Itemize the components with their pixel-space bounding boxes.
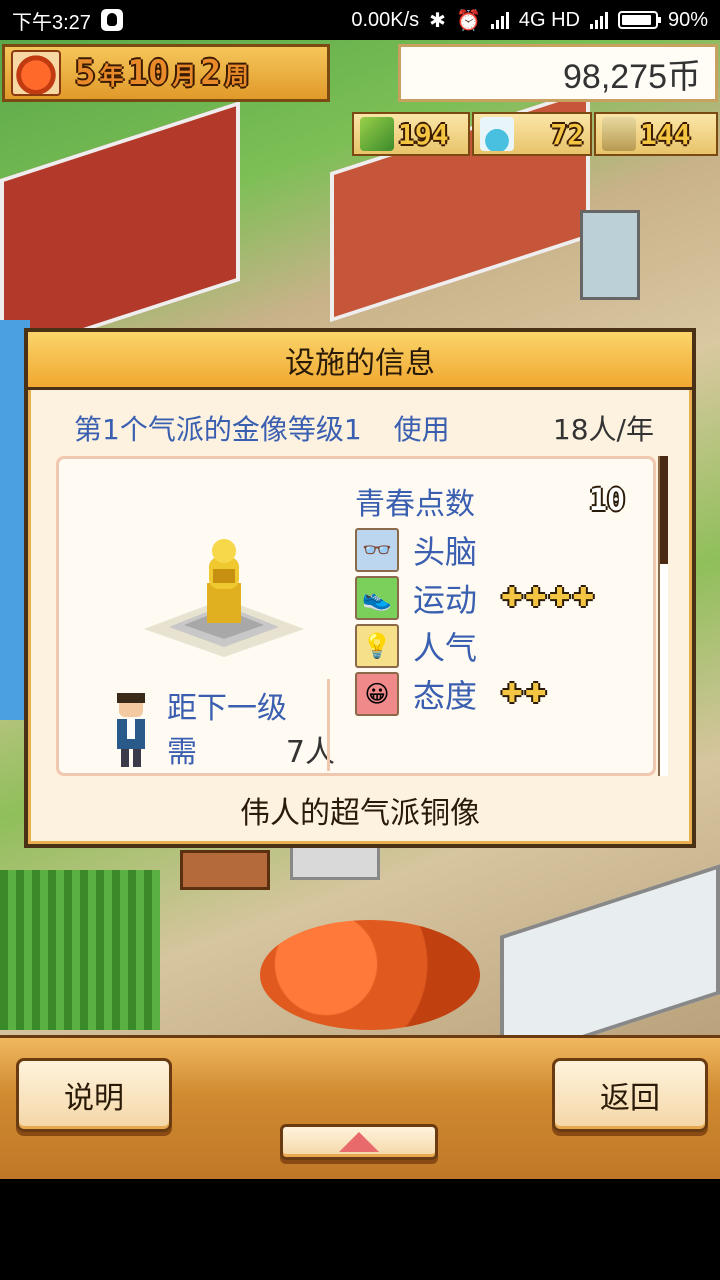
stat-research-value: 72	[550, 117, 584, 151]
week-number: 2	[200, 53, 221, 93]
golden-statue-icon	[144, 539, 304, 657]
status-bar: 下午3:27 0.00K/s ✱ ⏰ 4G HD 90%	[0, 0, 720, 40]
classroom-building	[0, 101, 240, 359]
month-unit: 月	[172, 62, 197, 90]
attribute-name: 运动	[413, 581, 478, 619]
stat-popularity-value: 144	[640, 117, 691, 151]
bluetooth-icon: ✱	[429, 9, 446, 32]
back-button[interactable]: 返回	[552, 1058, 708, 1132]
facility-info-dialog: 设施的信息 第1个气派的金像等级1 使用 18人/年 距下一级 需 7人 青春点…	[24, 328, 696, 848]
pyramid-icon	[602, 117, 636, 151]
shop-building	[500, 864, 720, 1035]
screen-bottom	[0, 1179, 720, 1280]
divider	[327, 679, 330, 771]
money-display: 98,275币	[398, 44, 718, 102]
attribute-name: 头脑	[413, 533, 478, 571]
facility-name: 第1个气派的金像等级1	[74, 413, 362, 446]
smiley-icon: 😀	[355, 672, 399, 716]
facility-description: 伟人的超气派铜像	[240, 796, 480, 831]
dialog-title: 设施的信息	[28, 332, 692, 390]
qq-icon	[100, 9, 123, 31]
glasses-icon: 👓	[355, 528, 399, 572]
attribute-stars: ✚✚✚✚	[501, 583, 597, 613]
scrollbar-thumb[interactable]	[660, 456, 668, 564]
water-tower	[580, 210, 640, 300]
battery-percent: 90%	[667, 8, 708, 31]
attribute-stars: ✚✚	[501, 679, 549, 709]
attribute-name: 人气	[413, 629, 478, 667]
stat-research: 72	[472, 112, 592, 156]
bench	[180, 850, 270, 890]
pencil-icon	[360, 117, 394, 151]
lightbulb-icon: 💡	[355, 624, 399, 668]
week-unit: 周	[224, 62, 249, 90]
alarm-icon: ⏰	[455, 9, 481, 32]
expand-menu-button[interactable]	[280, 1124, 438, 1160]
money-value: 98,275币	[563, 57, 701, 96]
battery-icon	[617, 11, 661, 29]
attribute-attitude: 😀 态度 ✚✚	[355, 671, 549, 717]
bottom-toolbar: 说明 返回	[0, 1035, 720, 1179]
student-icon	[117, 693, 145, 767]
youth-points-value: 10	[589, 483, 626, 518]
next-level-info: 距下一级 需 7人	[109, 687, 335, 775]
next-level-label: 距下一级	[167, 691, 287, 726]
network-type: 4G HD	[518, 8, 580, 31]
resource-stats: 194 72 144	[352, 112, 718, 156]
year-unit: 年	[99, 62, 124, 90]
youth-points-label: 青春点数	[355, 487, 475, 522]
attribute-intelligence: 👓 头脑	[355, 527, 501, 573]
attribute-name: 态度	[413, 677, 478, 715]
status-time: 下午3:27	[12, 11, 91, 34]
signal-icon	[490, 11, 509, 29]
month-number: 10	[127, 53, 169, 93]
need-label: 需	[167, 735, 197, 770]
network-speed: 0.00K/s	[351, 8, 420, 31]
facility-detail-panel[interactable]: 距下一级 需 7人 青春点数 10 👓 头脑 👟 运动 ✚✚✚✚ 💡 人气 😀 …	[56, 456, 656, 776]
flask-icon	[480, 117, 514, 151]
attribute-popularity: 💡 人气	[355, 623, 501, 669]
autumn-trees	[260, 920, 480, 1030]
use-rate: 18人/年	[552, 413, 654, 446]
panel-scrollbar[interactable]	[658, 456, 668, 776]
up-arrow-icon	[339, 1132, 379, 1152]
stat-materials-value: 194	[398, 117, 449, 151]
maple-leaf-icon	[11, 50, 61, 96]
stat-materials: 194	[352, 112, 470, 156]
facility-summary: 第1个气派的金像等级1 使用 18人/年	[34, 400, 686, 456]
date-display: 5 年 10 月 2 周	[2, 44, 330, 102]
shoe-icon: 👟	[355, 576, 399, 620]
attribute-sports: 👟 运动 ✚✚✚✚	[355, 575, 596, 621]
help-button[interactable]: 说明	[16, 1058, 172, 1132]
year-number: 5	[75, 53, 96, 93]
use-label: 使用	[393, 413, 450, 446]
stat-popularity: 144	[594, 112, 718, 156]
bamboo	[0, 870, 160, 1030]
signal-icon-2	[589, 11, 608, 29]
